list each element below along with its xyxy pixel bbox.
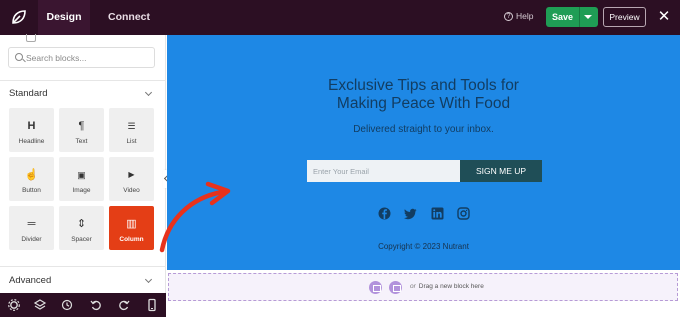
block-video[interactable]: ▶ Video bbox=[109, 157, 154, 201]
facebook-icon[interactable] bbox=[378, 207, 391, 220]
mobile-preview-icon[interactable] bbox=[145, 298, 159, 312]
copyright-text[interactable]: Copyright © 2023 Nutrant bbox=[167, 242, 680, 251]
dropzone-label: Drag a new block here bbox=[418, 283, 484, 290]
preview-button[interactable]: Preview bbox=[603, 7, 646, 27]
video-icon: ▶ bbox=[128, 170, 135, 179]
new-block-dropzone[interactable]: or Drag a new block here bbox=[168, 273, 678, 301]
dropzone-or: or bbox=[410, 283, 416, 290]
section-title: Standard bbox=[9, 88, 48, 99]
block-divider[interactable]: ═ Divider bbox=[9, 206, 54, 250]
headline[interactable]: Exclusive Tips and Tools for Making Peac… bbox=[167, 77, 680, 113]
settings-icon[interactable] bbox=[7, 298, 21, 312]
headline-line-1: Exclusive Tips and Tools for bbox=[328, 77, 519, 94]
block-label: Video bbox=[123, 187, 140, 194]
blocks-sidebar: Standard H Headline ¶ Text ☰ List ☝ Butt… bbox=[0, 34, 166, 317]
dropzone-text: or Drag a new block here bbox=[410, 283, 484, 290]
block-spacer[interactable]: ⇕ Spacer bbox=[59, 206, 104, 250]
save-label: Save bbox=[551, 12, 574, 22]
chevron-down-icon bbox=[144, 275, 153, 284]
twitter-icon[interactable] bbox=[404, 207, 417, 220]
section-advanced-header[interactable]: Advanced bbox=[0, 275, 166, 293]
top-bar: Design Connect ? Help Save Preview ✕ bbox=[0, 0, 680, 35]
instagram-icon[interactable] bbox=[457, 207, 470, 220]
divider bbox=[0, 80, 166, 81]
add-section-icon[interactable] bbox=[369, 281, 382, 294]
block-label: Spacer bbox=[71, 236, 92, 243]
button-click-icon: ☝ bbox=[24, 169, 39, 181]
block-label: Text bbox=[75, 138, 88, 145]
section-standard-header[interactable]: Standard bbox=[0, 88, 166, 106]
close-icon[interactable]: ✕ bbox=[657, 8, 671, 26]
page-canvas: Exclusive Tips and Tools for Making Peac… bbox=[167, 35, 680, 317]
list-icon: ☰ bbox=[127, 121, 136, 131]
caret-down-icon[interactable] bbox=[584, 15, 592, 19]
block-image[interactable]: ▣ Image bbox=[59, 157, 104, 201]
help-label: Help bbox=[516, 11, 534, 21]
help-link[interactable]: ? Help bbox=[504, 11, 533, 21]
block-label: Divider bbox=[21, 236, 42, 243]
signup-button[interactable]: SIGN ME UP bbox=[460, 160, 542, 182]
block-button[interactable]: ☝ Button bbox=[9, 157, 54, 201]
image-icon: ▣ bbox=[77, 170, 86, 180]
headline-line-2: Making Peace With Food bbox=[336, 95, 511, 112]
seedprod-logo-icon[interactable] bbox=[9, 7, 29, 27]
question-circle-icon: ? bbox=[504, 11, 513, 21]
email-field[interactable] bbox=[307, 160, 460, 182]
undo-icon[interactable] bbox=[89, 298, 103, 312]
paragraph-icon: ¶ bbox=[78, 120, 85, 132]
block-label: Headline bbox=[18, 138, 45, 145]
divider bbox=[0, 266, 166, 267]
block-list[interactable]: ☰ List bbox=[109, 108, 154, 152]
block-label: Image bbox=[72, 187, 91, 194]
history-icon[interactable] bbox=[60, 298, 74, 312]
block-headline[interactable]: H Headline bbox=[9, 108, 54, 152]
layers-icon[interactable] bbox=[33, 298, 47, 312]
subheadline[interactable]: Delivered straight to your inbox. bbox=[167, 124, 680, 135]
optin-section[interactable]: Exclusive Tips and Tools for Making Peac… bbox=[167, 35, 680, 270]
block-text[interactable]: ¶ Text bbox=[59, 108, 104, 152]
linkedin-icon[interactable] bbox=[431, 207, 444, 220]
redo-icon[interactable] bbox=[117, 298, 131, 312]
search-input[interactable] bbox=[26, 48, 151, 67]
block-label: Button bbox=[22, 187, 41, 194]
template-icon[interactable] bbox=[26, 34, 36, 42]
divider-icon: ═ bbox=[27, 218, 36, 230]
add-row-icon[interactable] bbox=[389, 281, 402, 294]
tab-design[interactable]: Design bbox=[38, 0, 90, 35]
column-icon: ▥ bbox=[126, 218, 137, 230]
save-button[interactable]: Save bbox=[546, 7, 598, 27]
bottom-toolbar bbox=[0, 293, 166, 317]
block-column[interactable]: ▥ Column bbox=[109, 206, 154, 250]
block-label: Column bbox=[119, 236, 144, 243]
search-icon bbox=[15, 53, 23, 61]
spacer-icon: ⇕ bbox=[76, 218, 87, 230]
save-divider bbox=[579, 7, 580, 27]
search-box[interactable] bbox=[8, 47, 155, 68]
chevron-down-icon bbox=[144, 88, 153, 97]
headline-icon: H bbox=[27, 120, 36, 132]
tab-connect[interactable]: Connect bbox=[108, 0, 150, 35]
section-title: Advanced bbox=[9, 275, 52, 286]
block-label: List bbox=[126, 138, 137, 145]
